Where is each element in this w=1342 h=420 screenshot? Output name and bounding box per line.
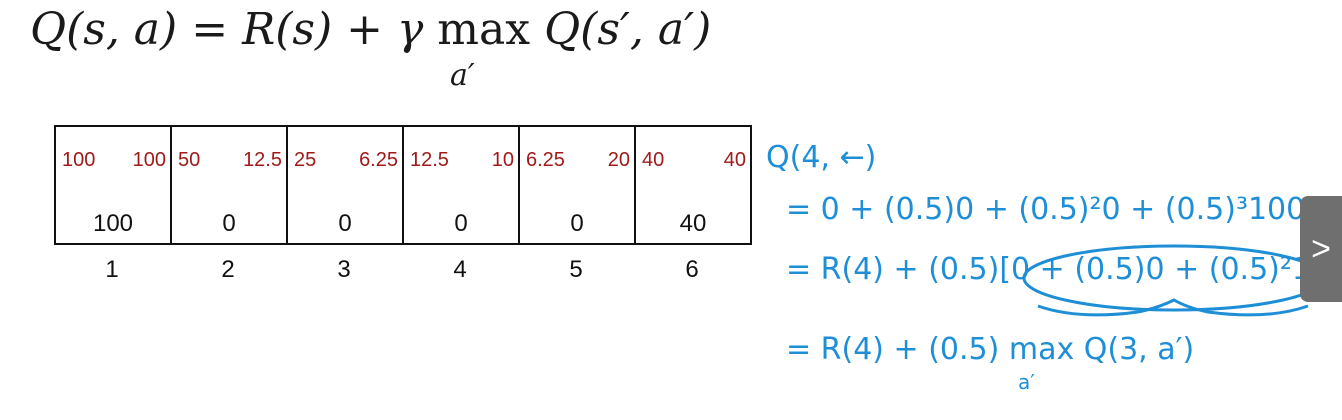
q-left-value: 25 xyxy=(294,149,317,171)
reward-value: 100 xyxy=(92,210,134,237)
eq-reward: R(s) xyxy=(242,4,333,55)
q-right-value: 20 xyxy=(607,149,630,171)
state-cell-4: 12.5 10 0 xyxy=(402,125,520,245)
chevron-right-icon: > xyxy=(1311,229,1331,268)
state-label: 4 xyxy=(453,256,467,283)
reward-value: 0 xyxy=(222,210,236,237)
q-left-value: 100 xyxy=(62,149,96,171)
reward-value: 0 xyxy=(338,210,352,237)
state-cell-5: 6.25 20 0 xyxy=(518,125,636,245)
state-label: 2 xyxy=(221,256,235,283)
circle-annotation xyxy=(1022,244,1326,317)
reward-value: 40 xyxy=(679,210,707,237)
state-label: 5 xyxy=(569,256,583,283)
derivation-line-1: Q(4, ←) xyxy=(766,140,877,175)
q-left-value: 50 xyxy=(178,149,201,171)
state-labels: 1 2 3 4 5 6 xyxy=(54,256,750,284)
eq-plus: + xyxy=(346,4,383,55)
eq-gamma: γ xyxy=(397,4,424,55)
derivation-line-4: = R(4) + (0.5) max Q(3, a′) xyxy=(786,332,1195,367)
eq-max: max xyxy=(437,4,531,55)
q-right-value: 10 xyxy=(491,149,514,171)
reward-value: 0 xyxy=(454,210,468,237)
state-label: 6 xyxy=(685,256,699,283)
q-left-value: 40 xyxy=(642,149,665,171)
state-cell-2: 50 12.5 0 xyxy=(170,125,288,245)
state-label: 3 xyxy=(337,256,351,283)
reward-value: 0 xyxy=(570,210,584,237)
q-left-value: 6.25 xyxy=(526,149,565,171)
q-right-value: 100 xyxy=(132,149,166,171)
bellman-equation: Q(s, a) = R(s) + γ max Q(s′, a′) xyxy=(30,4,711,55)
next-slide-button[interactable]: > xyxy=(1300,196,1342,302)
derivation-line-2: = 0 + (0.5)0 + (0.5)²0 + (0.5)³100 xyxy=(786,192,1306,227)
state-cell-6: 40 40 40 xyxy=(634,125,752,245)
state-label: 1 xyxy=(105,256,119,283)
state-grid: 100 100 100 50 12.5 0 25 6.25 0 12.5 10 … xyxy=(54,125,752,245)
eq-lhs: Q(s, a) xyxy=(30,4,178,55)
state-cell-1: 100 100 100 xyxy=(54,125,172,245)
q-right-value: 6.25 xyxy=(359,149,398,171)
eq-q-next: Q(s′, a′) xyxy=(544,4,712,55)
derivation-line-4-subscript: a′ xyxy=(1018,370,1035,394)
q-right-value: 40 xyxy=(723,149,746,171)
state-cell-3: 25 6.25 0 xyxy=(286,125,404,245)
q-left-value: 12.5 xyxy=(410,149,449,171)
eq-max-subscript: a′ xyxy=(450,58,475,93)
eq-equals: = xyxy=(191,4,229,55)
q-right-value: 12.5 xyxy=(243,149,282,171)
